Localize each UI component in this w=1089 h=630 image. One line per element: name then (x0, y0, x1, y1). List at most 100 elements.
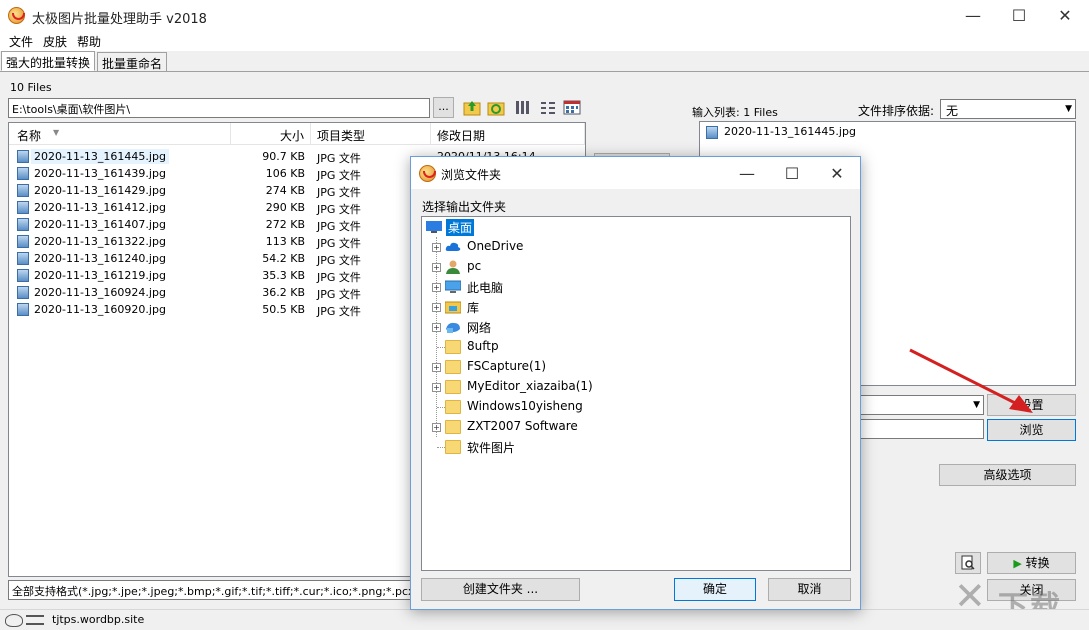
file-type: JPG 文件 (317, 220, 361, 233)
file-name: 2020-11-13_161429.jpg (34, 184, 166, 197)
file-size: 290 KB (265, 201, 305, 214)
input-list-label: 输入列表: 1 Files (692, 106, 778, 119)
sort-select[interactable]: 无 ▼ (940, 99, 1076, 119)
tab-batch-rename[interactable]: 批量重命名 (97, 52, 168, 72)
file-name: 2020-11-13_161439.jpg (34, 167, 166, 180)
image-file-icon (706, 126, 718, 139)
title-bar: 太极图片批量处理助手 v2018 — ☐ ✕ (0, 0, 1089, 31)
file-filter-select[interactable]: 全部支持格式(*.jpg;*.jpe;*.jpeg;*.bmp;*.gif;*.… (8, 580, 428, 600)
dialog-title-bar: 浏览文件夹 — ☐ ✕ (411, 157, 860, 189)
menu-skin[interactable]: 皮肤 (43, 33, 67, 50)
dialog-minimize-button[interactable]: — (724, 157, 770, 189)
column-date[interactable]: 修改日期 (431, 123, 585, 145)
tree-node-folder[interactable]: 8uftp (422, 337, 850, 357)
folder-icon (445, 420, 461, 434)
view-details-icon[interactable] (514, 99, 532, 116)
image-file-icon (17, 269, 29, 282)
preview-icon (961, 555, 975, 570)
file-name: 2020-11-13_161322.jpg (34, 235, 166, 248)
expand-icon[interactable]: + (432, 243, 441, 252)
tree-node-folder[interactable]: Windows10yisheng (422, 397, 850, 417)
dialog-title: 浏览文件夹 (441, 168, 502, 182)
column-size[interactable]: 大小 (231, 123, 311, 145)
tree-node-network[interactable]: + 网络 (422, 317, 850, 337)
folder-icon (445, 440, 461, 454)
file-name: 2020-11-13_161407.jpg (34, 218, 166, 231)
tree-node-folder[interactable]: + MyEditor_xiazaiba(1) (422, 377, 850, 397)
tree-node-folder[interactable]: 软件图片 (422, 437, 850, 457)
path-input[interactable]: E:\tools\桌面\软件图片\ (8, 98, 430, 118)
close-window-button[interactable]: ✕ (1042, 0, 1088, 31)
list-item[interactable]: 2020-11-13_161445.jpg (700, 122, 1089, 139)
file-type: JPG 文件 (317, 203, 361, 216)
file-size: 36.2 KB (262, 286, 305, 299)
network-icon (446, 322, 460, 333)
file-size: 272 KB (265, 218, 305, 231)
expand-icon[interactable]: + (432, 323, 441, 332)
tree-node-libraries[interactable]: + 库 (422, 297, 850, 317)
cloud-icon (5, 614, 23, 627)
path-browse-button[interactable]: ... (433, 97, 454, 118)
cancel-button[interactable]: 取消 (768, 578, 851, 601)
ok-button[interactable]: 确定 (674, 578, 756, 601)
maximize-button[interactable]: ☐ (996, 0, 1042, 31)
refresh-icon[interactable] (487, 99, 505, 116)
column-type[interactable]: 项目类型 (311, 123, 431, 145)
view-thumbnails-icon[interactable] (563, 99, 581, 116)
menu-help[interactable]: 帮助 (77, 33, 101, 50)
folder-tree[interactable]: 桌面 + OneDrive + pc + 此电脑 + 库 + 网络 8uftp … (421, 216, 851, 571)
chevron-down-icon: ▼ (1065, 104, 1072, 114)
convert-button[interactable]: ▶ 转换 (987, 552, 1076, 574)
folder-up-icon[interactable] (463, 99, 481, 116)
file-name: 2020-11-13_160920.jpg (34, 303, 166, 316)
user-icon (446, 260, 460, 274)
file-type: JPG 文件 (317, 305, 361, 318)
column-name[interactable]: 名称 ▼ (9, 123, 231, 145)
view-list-icon[interactable] (539, 99, 557, 116)
dialog-close-button[interactable]: ✕ (814, 157, 860, 189)
new-folder-button[interactable]: 创建文件夹 ... (421, 578, 580, 601)
folder-icon (445, 360, 461, 374)
folder-icon (445, 400, 461, 414)
image-file-icon (17, 286, 29, 299)
expand-icon[interactable]: + (432, 383, 441, 392)
advanced-options-button[interactable]: 高级选项 (939, 464, 1076, 486)
dialog-maximize-button[interactable]: ☐ (769, 157, 815, 189)
expand-icon[interactable]: + (432, 263, 441, 272)
file-type: JPG 文件 (317, 237, 361, 250)
expand-icon[interactable]: + (432, 303, 441, 312)
image-file-icon (17, 167, 29, 180)
folder-icon (445, 380, 461, 394)
tree-node-folder[interactable]: + FSCapture(1) (422, 357, 850, 377)
file-name: 2020-11-13_161445.jpg (31, 149, 169, 164)
file-type: JPG 文件 (317, 186, 361, 199)
minimize-button[interactable]: — (950, 0, 996, 31)
sort-arrow-icon: ▼ (53, 128, 60, 137)
expand-icon[interactable]: + (432, 423, 441, 432)
sort-label: 文件排序依据: (858, 104, 935, 118)
file-name: 2020-11-13_161412.jpg (34, 201, 166, 214)
expand-icon[interactable]: + (432, 283, 441, 292)
tree-node-folder[interactable]: + ZXT2007 Software (422, 417, 850, 437)
tree-node-desktop[interactable]: 桌面 (422, 217, 850, 237)
image-file-icon (17, 252, 29, 265)
file-name: 2020-11-13_161219.jpg (34, 269, 166, 282)
preview-button[interactable] (955, 552, 981, 574)
app-logo-icon (8, 7, 25, 24)
tab-batch-convert[interactable]: 强大的批量转换 (1, 51, 96, 71)
image-file-icon (17, 150, 29, 163)
image-file-icon (17, 303, 29, 316)
desktop-icon (426, 221, 442, 233)
image-file-icon (17, 218, 29, 231)
status-bar: tjtps.wordbp.site (0, 609, 1089, 630)
file-list-header: 名称 ▼ 大小 项目类型 修改日期 (9, 123, 585, 145)
file-type: JPG 文件 (317, 271, 361, 284)
file-type: JPG 文件 (317, 169, 361, 182)
file-size: 274 KB (265, 184, 305, 197)
file-name: 2020-11-13_161240.jpg (34, 252, 166, 265)
tree-node-onedrive[interactable]: + OneDrive (422, 237, 850, 257)
tree-node-this-pc[interactable]: + 此电脑 (422, 277, 850, 297)
expand-icon[interactable]: + (432, 363, 441, 372)
tree-node-user[interactable]: + pc (422, 257, 850, 277)
menu-file[interactable]: 文件 (9, 33, 33, 50)
